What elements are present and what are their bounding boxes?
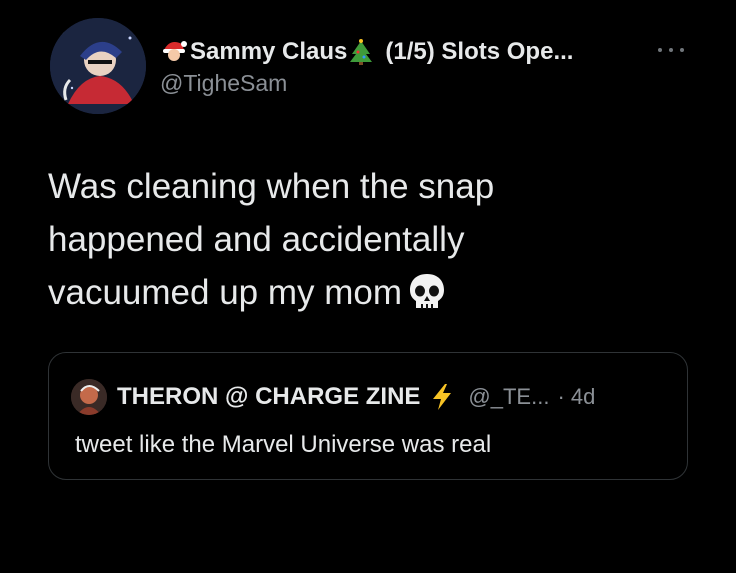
skull-emoji-icon (408, 272, 446, 312)
author-avatar[interactable] (50, 18, 146, 114)
author-name-row[interactable]: Sammy Claus (1/5) Slots Ope... (160, 36, 700, 68)
tweet-header: Sammy Claus (1/5) Slots Ope... @TigheSam (160, 36, 700, 97)
quoted-author-name[interactable]: THERON @ CHARGE ZINE (117, 383, 420, 411)
quoted-tweet[interactable]: THERON @ CHARGE ZINE @_TE... · 4d tweet … (48, 352, 688, 480)
santa-emoji-icon (160, 38, 188, 66)
quoted-author-avatar[interactable] (71, 379, 107, 415)
christmas-tree-emoji-icon (347, 38, 375, 66)
quoted-tweet-header: THERON @ CHARGE ZINE @_TE... · 4d (71, 379, 595, 415)
quoted-tweet-timestamp[interactable]: · 4d (557, 384, 595, 410)
tweet-body: Was cleaning when the snap happened and … (48, 160, 648, 319)
author-display-name[interactable]: Sammy Claus (190, 38, 347, 66)
lightning-emoji-icon (430, 383, 454, 411)
quoted-author-handle[interactable]: @_TE... (468, 384, 549, 410)
quoted-tweet-text: tweet like the Marvel Universe was real (75, 431, 492, 458)
author-handle[interactable]: @TigheSam (160, 70, 700, 97)
more-options-icon[interactable] (656, 38, 686, 62)
author-name-suffix[interactable]: (1/5) Slots Ope... (385, 38, 573, 66)
